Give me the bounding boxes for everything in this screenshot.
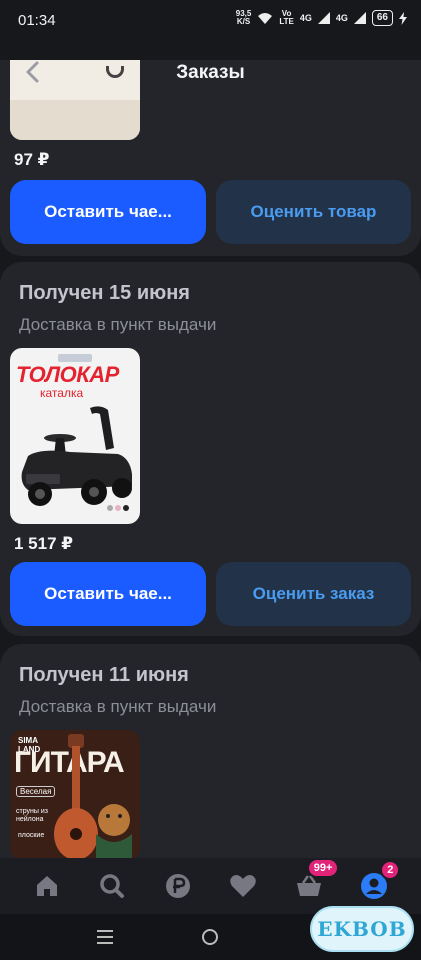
signal-icon-1 bbox=[317, 12, 330, 24]
status-bar: 01:34 93,5 K/S Vo LTE 4G 4G 66 bbox=[0, 0, 421, 44]
wifi-icon bbox=[258, 12, 273, 24]
order-price-2: 1 517 ₽ bbox=[14, 534, 74, 553]
order-status: Получен 15 июня bbox=[19, 282, 190, 304]
volte-indicator: Vo LTE bbox=[279, 9, 294, 26]
status-time: 01:34 bbox=[18, 12, 56, 29]
page-title: Заказы bbox=[176, 62, 245, 83]
home-button-icon[interactable] bbox=[202, 929, 218, 945]
network-speed: 93,5 K/S bbox=[235, 9, 252, 26]
product-note-2: плоские bbox=[18, 832, 45, 839]
signal-icon-2 bbox=[353, 12, 366, 24]
profile-badge: 2 bbox=[380, 860, 401, 880]
product-logos bbox=[58, 354, 92, 362]
nav-cart[interactable]: 99+ bbox=[285, 858, 340, 910]
ruble-icon bbox=[165, 874, 190, 898]
network-4g-1: 4G bbox=[299, 13, 312, 23]
rate-product-button[interactable]: Оценить товар bbox=[216, 180, 411, 244]
ride-on-car-image bbox=[21, 406, 133, 511]
leave-tip-button-1[interactable]: Оставить чае... bbox=[10, 180, 206, 244]
product-title-text: ТОЛОКАР bbox=[16, 362, 119, 387]
battery-indicator: 66 bbox=[371, 10, 393, 26]
order-card-3[interactable]: Получен 11 июня Доставка в пункт выдачи … bbox=[0, 644, 421, 884]
leave-tip-button-2[interactable]: Оставить чае... bbox=[10, 562, 206, 626]
charging-icon bbox=[399, 11, 407, 25]
nav-profile[interactable]: 2 bbox=[350, 860, 401, 910]
product-thumbnail-3[interactable]: SIMA LAND ГИТАРА Веселая струны из нейло… bbox=[10, 730, 140, 860]
heart-icon bbox=[230, 875, 257, 897]
nav-home[interactable] bbox=[23, 862, 71, 910]
order-delivery: Доставка в пункт выдачи bbox=[19, 697, 217, 716]
ukulele-image bbox=[54, 734, 132, 860]
search-icon bbox=[100, 874, 125, 898]
nav-search[interactable] bbox=[88, 862, 136, 910]
order-delivery: Доставка в пункт выдачи bbox=[19, 315, 217, 334]
header: Заказы bbox=[0, 48, 421, 96]
status-icons: 93,5 K/S Vo LTE 4G 4G 66 bbox=[236, 10, 407, 26]
product-note: струны из нейлона bbox=[16, 808, 48, 823]
menu-icon[interactable] bbox=[96, 928, 114, 946]
product-thumbnail-2[interactable]: ТОЛОКАР каталка bbox=[10, 348, 140, 524]
order-price-1: 97 ₽ bbox=[14, 150, 50, 169]
order-card-2[interactable]: Получен 15 июня Доставка в пункт выдачи … bbox=[0, 262, 421, 636]
home-icon bbox=[36, 876, 57, 896]
nav-finance[interactable] bbox=[154, 862, 202, 910]
rate-order-button[interactable]: Оценить заказ bbox=[216, 562, 411, 626]
network-4g-2: 4G bbox=[335, 13, 348, 23]
order-status: Получен 11 июня bbox=[19, 664, 189, 686]
nav-favorites[interactable] bbox=[219, 862, 267, 910]
cart-badge: 99+ bbox=[306, 858, 340, 878]
watermark-logo: EKBOB bbox=[310, 906, 414, 952]
